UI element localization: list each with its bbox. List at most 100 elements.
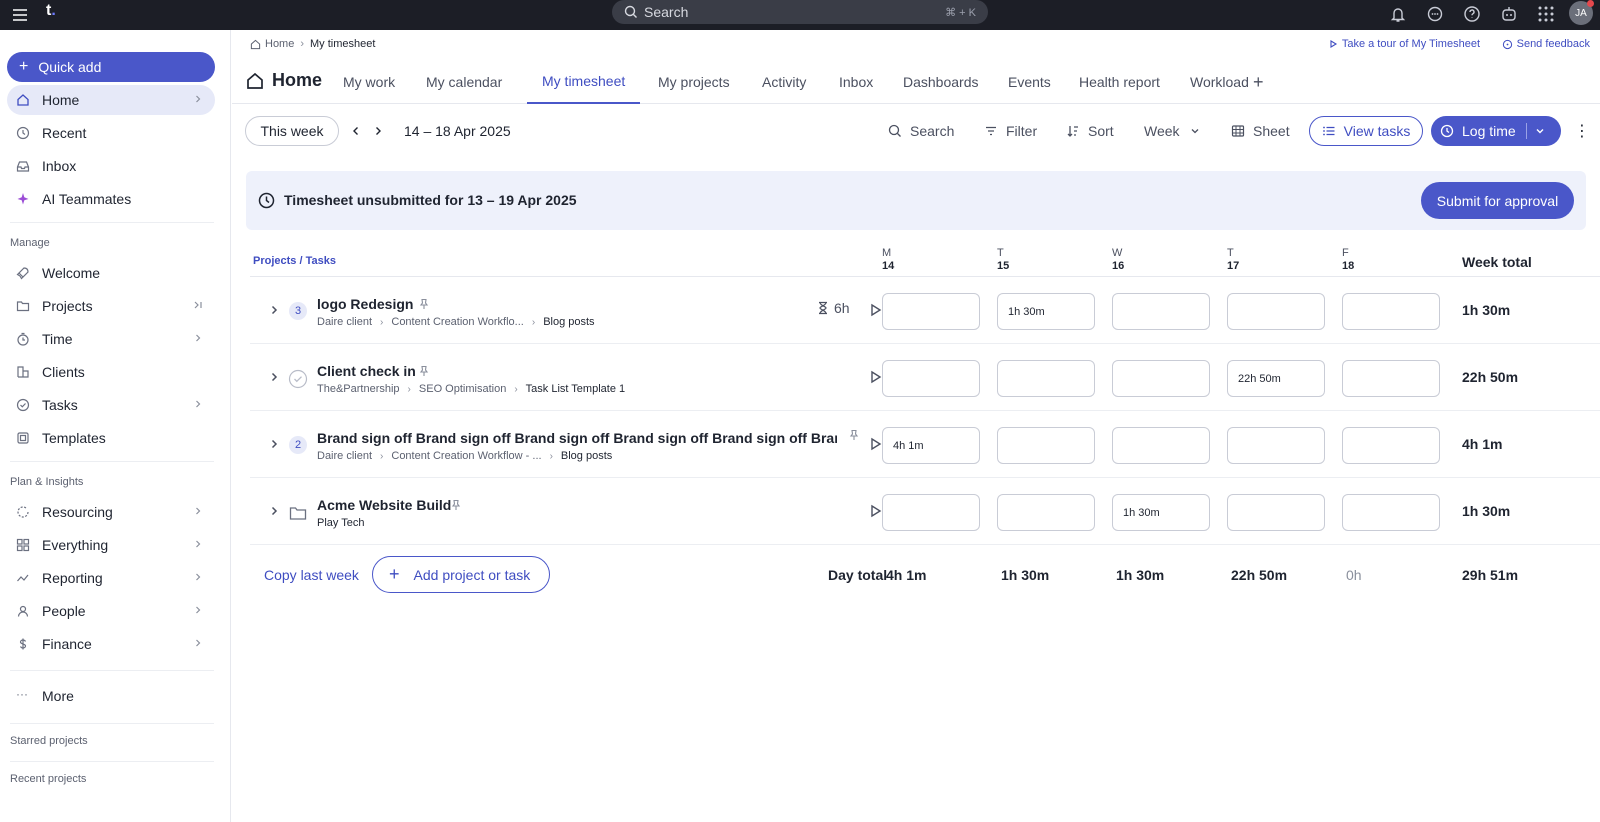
time-cell-fri[interactable] (1342, 427, 1440, 464)
expand-chevron-icon[interactable] (268, 438, 280, 450)
time-cell-tue[interactable] (997, 494, 1095, 531)
pin-icon[interactable] (418, 298, 430, 310)
sidebar-item-ai-teammates[interactable]: AI Teammates (7, 184, 215, 214)
play-icon[interactable] (867, 503, 883, 519)
play-icon[interactable] (867, 302, 883, 318)
row-breadcrumb: The&Partnership › SEO Optimisation › Task … (317, 383, 626, 395)
sort-button[interactable]: Sort (1066, 116, 1114, 146)
quick-add-button[interactable]: + Quick add (7, 52, 215, 82)
sidebar-item-people[interactable]: People (7, 596, 215, 626)
help-icon[interactable] (1462, 4, 1482, 24)
manage-section-title: Manage (10, 237, 50, 249)
expand-chevron-icon[interactable] (268, 371, 280, 383)
tab-activity[interactable]: Activity (747, 60, 821, 104)
starred-projects-title[interactable]: Starred projects (10, 735, 88, 747)
sidebar-item-recent[interactable]: Recent (7, 118, 215, 148)
sidebar-item-projects[interactable]: Projects (7, 291, 215, 321)
tab-my-projects[interactable]: My projects (643, 60, 745, 104)
sidebar-item-reporting[interactable]: Reporting (7, 563, 215, 593)
play-icon[interactable] (867, 369, 883, 385)
time-cell-thu[interactable]: 22h 50m (1227, 360, 1325, 397)
row-title[interactable]: Brand sign off Brand sign off Brand sign… (317, 430, 837, 446)
time-cell-tue[interactable]: 1h 30m (997, 293, 1095, 330)
day-total-label: Day total (828, 567, 888, 583)
time-cell-mon[interactable] (882, 494, 980, 531)
chevron-down-icon[interactable] (1535, 126, 1545, 136)
time-cell-fri[interactable] (1342, 360, 1440, 397)
time-cell-wed[interactable] (1112, 360, 1210, 397)
tab-my-calendar[interactable]: My calendar (411, 60, 517, 104)
row-title[interactable]: logo Redesign (317, 296, 413, 312)
sidebar-item-templates[interactable]: Templates (7, 423, 215, 453)
time-cell-thu[interactable] (1227, 494, 1325, 531)
expand-chevron-icon[interactable] (268, 505, 280, 517)
sidebar-item-more[interactable]: ··· More (7, 681, 215, 711)
tab-home[interactable]: Home (246, 70, 322, 91)
row-breadcrumb: Daire client › Content Creation Workflow … (317, 450, 613, 462)
chat-icon[interactable] (1425, 4, 1445, 24)
tab-events[interactable]: Events (993, 60, 1066, 104)
user-avatar[interactable]: JA (1569, 0, 1594, 25)
time-cell-mon[interactable] (882, 360, 980, 397)
tab-my-work[interactable]: My work (328, 60, 410, 104)
search-button[interactable]: Search (888, 116, 954, 146)
sidebar-item-home[interactable]: Home (7, 85, 215, 115)
menu-icon[interactable] (10, 5, 30, 25)
row-title[interactable]: Client check in (317, 363, 416, 379)
time-cell-wed[interactable] (1112, 293, 1210, 330)
pin-icon[interactable] (848, 429, 860, 441)
time-cell-thu[interactable] (1227, 293, 1325, 330)
tour-link[interactable]: Take a tour of My Timesheet (1328, 38, 1480, 50)
chevron-right-icon[interactable] (372, 125, 384, 137)
breadcrumb-home[interactable]: Home (265, 38, 294, 50)
time-cell-mon[interactable] (882, 293, 980, 330)
sidebar-item-finance[interactable]: Finance (7, 629, 215, 659)
time-cell-wed[interactable]: 1h 30m (1112, 494, 1210, 531)
log-time-button[interactable]: Log time (1431, 116, 1561, 146)
chevron-left-icon[interactable] (350, 125, 362, 137)
submit-for-approval-button[interactable]: Submit for approval (1421, 182, 1574, 219)
add-tab-button[interactable]: + (1238, 60, 1279, 104)
recent-projects-title[interactable]: Recent projects (10, 773, 86, 785)
tab-my-timesheet[interactable]: My timesheet (527, 60, 641, 104)
tab-health-report[interactable]: Health report (1064, 60, 1175, 104)
bot-icon[interactable] (1499, 4, 1519, 24)
sidebar-item-clients[interactable]: Clients (7, 357, 215, 387)
pin-icon[interactable] (418, 365, 430, 377)
sidebar-item-inbox[interactable]: Inbox (7, 151, 215, 181)
tab-dashboards[interactable]: Dashboards (888, 60, 994, 104)
copy-last-week-link[interactable]: Copy last week (264, 567, 359, 583)
expand-chevron-icon[interactable] (268, 304, 280, 316)
send-feedback-link[interactable]: Send feedback (1502, 38, 1590, 50)
time-cell-wed[interactable] (1112, 427, 1210, 464)
sidebar-item-time[interactable]: Time (7, 324, 215, 354)
time-cell-thu[interactable] (1227, 427, 1325, 464)
sheet-view-button[interactable]: Sheet (1231, 116, 1290, 146)
timer-icon (17, 332, 29, 346)
projects-tasks-header[interactable]: Projects / Tasks (253, 255, 336, 267)
time-cell-fri[interactable] (1342, 293, 1440, 330)
row-title[interactable]: Acme Website Build (317, 497, 451, 513)
app-logo[interactable]: t. (46, 2, 56, 20)
more-options-icon[interactable]: ⋮ (1574, 116, 1590, 146)
time-cell-mon[interactable]: 4h 1m (882, 427, 980, 464)
time-cell-fri[interactable] (1342, 494, 1440, 531)
add-project-or-task-button[interactable]: + Add project or task (372, 556, 550, 593)
global-search[interactable]: Search ⌘ + K (612, 0, 988, 24)
period-select[interactable]: Week (1144, 116, 1208, 146)
view-tasks-button[interactable]: View tasks (1309, 116, 1423, 146)
task-status-check-icon[interactable] (288, 369, 308, 389)
tab-inbox[interactable]: Inbox (824, 60, 888, 104)
bell-icon[interactable] (1388, 4, 1408, 24)
time-cell-tue[interactable] (997, 427, 1095, 464)
apps-grid-icon[interactable] (1536, 4, 1556, 24)
pin-icon[interactable] (450, 499, 462, 511)
sidebar-item-resourcing[interactable]: Resourcing (7, 497, 215, 527)
play-icon[interactable] (867, 436, 883, 452)
time-cell-tue[interactable] (997, 360, 1095, 397)
this-week-button[interactable]: This week (245, 116, 339, 146)
filter-button[interactable]: Filter (984, 116, 1037, 146)
sidebar-item-everything[interactable]: Everything (7, 530, 215, 560)
sidebar-item-tasks[interactable]: Tasks (7, 390, 215, 420)
sidebar-item-welcome[interactable]: Welcome (7, 258, 215, 288)
